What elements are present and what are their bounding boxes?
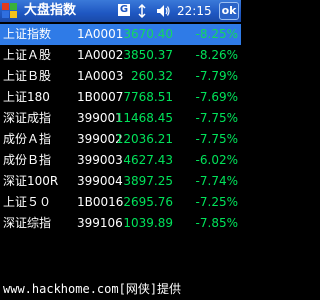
title-bar: 大盘指数 G 22:15 ok: [0, 0, 241, 22]
index-price: 4627.43: [123, 153, 173, 167]
index-price: 260.32: [131, 69, 173, 83]
connectivity-icon[interactable]: [137, 4, 147, 18]
table-row[interactable]: 上证Ａ股 1A0002 3850.37 -8.26%: [0, 45, 241, 66]
index-code: 1A0001: [77, 27, 124, 41]
index-price: 11468.45: [115, 111, 173, 125]
index-name: 上证指数: [3, 27, 52, 41]
index-name: 上证Ａ股: [3, 48, 52, 62]
index-name: 上证５０: [3, 195, 52, 209]
app-title: 大盘指数: [24, 3, 77, 18]
index-name: 深证100R: [3, 174, 59, 188]
index-code: 1B0007: [77, 90, 124, 104]
index-change: -6.02%: [195, 153, 238, 167]
table-row[interactable]: 成份Ａ指 399002 12036.21 -7.75%: [0, 129, 241, 150]
index-code: 399106: [77, 216, 123, 230]
table-row[interactable]: 深证综指 399106 1039.89 -7.85%: [0, 213, 241, 234]
index-change: -7.79%: [195, 69, 238, 83]
index-change: -7.69%: [195, 90, 238, 104]
table-row[interactable]: 上证Ｂ股 1A0003 260.32 -7.79%: [0, 66, 241, 87]
index-price: 2695.76: [123, 195, 173, 209]
index-price: 7768.51: [123, 90, 173, 104]
index-price: 1039.89: [123, 216, 173, 230]
volume-icon[interactable]: [156, 4, 170, 18]
index-change: -8.25%: [195, 27, 238, 41]
index-name: 深证成指: [3, 111, 52, 125]
clock[interactable]: 22:15: [177, 3, 212, 19]
index-name: 上证Ｂ股: [3, 69, 52, 83]
index-name: 成份Ｂ指: [3, 153, 52, 167]
index-price: 3850.37: [123, 48, 173, 62]
watermark-footer: www.hackhome.com[网侠]提供: [0, 279, 241, 300]
index-name: 成份Ａ指: [3, 132, 52, 146]
ok-button[interactable]: ok: [219, 2, 239, 20]
index-code: 1A0002: [77, 48, 124, 62]
table-row[interactable]: 深证成指 399001 11468.45 -7.75%: [0, 108, 241, 129]
table-row[interactable]: 上证指数 1A0001 3670.40 -8.25%: [0, 24, 241, 45]
index-table: 上证指数 1A0001 3670.40 -8.25% 上证Ａ股 1A0002 3850.37…: [0, 24, 241, 234]
index-code: 399004: [77, 174, 123, 188]
table-row[interactable]: 上证５０ 1B0016 2695.76 -7.25%: [0, 192, 241, 213]
table-row[interactable]: 深证100R 399004 3897.25 -7.74%: [0, 171, 241, 192]
watermark-text: www.hackhome.com[网侠]提供: [3, 282, 182, 296]
index-code: 1A0003: [77, 69, 124, 83]
network-badge-icon[interactable]: G: [118, 4, 130, 16]
index-change: -7.74%: [195, 174, 238, 188]
table-row[interactable]: 上证180 1B0007 7768.51 -7.69%: [0, 87, 241, 108]
windows-start-icon[interactable]: [2, 3, 18, 19]
index-price: 3670.40: [123, 27, 173, 41]
index-change: -7.75%: [195, 132, 238, 146]
index-change: -8.26%: [195, 48, 238, 62]
index-price: 12036.21: [115, 132, 173, 146]
index-name: 上证180: [3, 90, 50, 104]
index-change: -7.25%: [195, 195, 238, 209]
index-name: 深证综指: [3, 216, 52, 230]
index-code: 399003: [77, 153, 123, 167]
index-price: 3897.25: [123, 174, 173, 188]
index-change: -7.75%: [195, 111, 238, 125]
table-row[interactable]: 成份Ｂ指 399003 4627.43 -6.02%: [0, 150, 241, 171]
index-change: -7.85%: [195, 216, 238, 230]
index-code: 1B0016: [77, 195, 124, 209]
